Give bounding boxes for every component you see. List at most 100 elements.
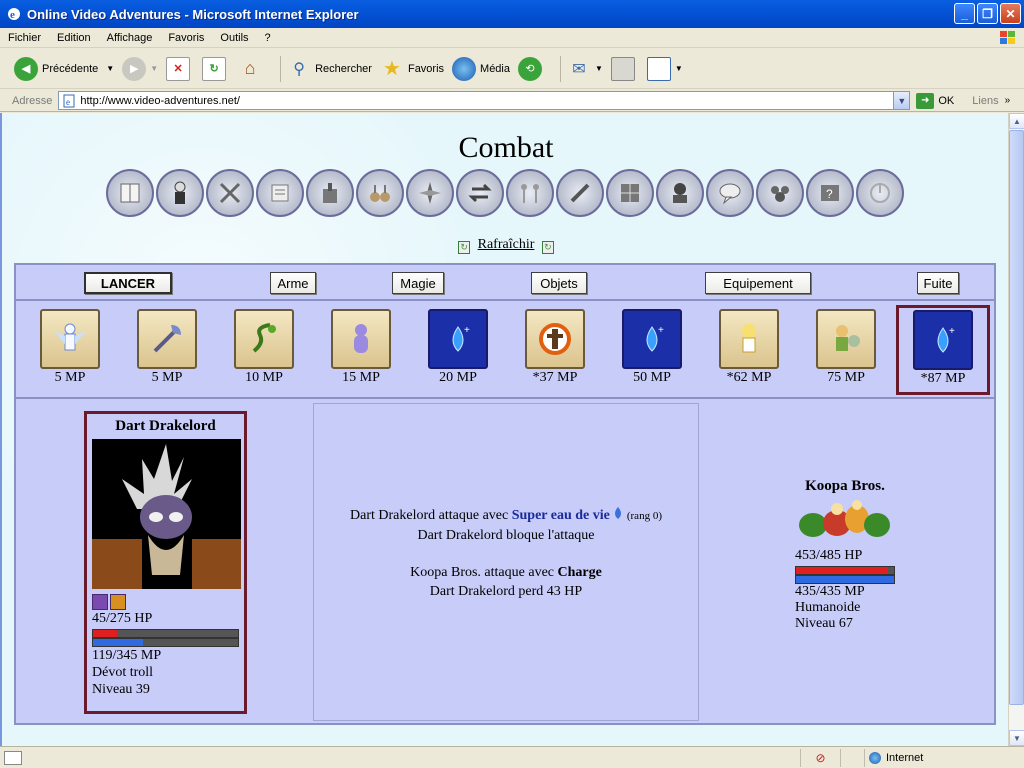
- items-button[interactable]: Objets: [531, 272, 587, 294]
- refresh-icon: ↻: [541, 241, 554, 254]
- address-input[interactable]: e http://www.video-adventures.net/ ▼: [58, 91, 911, 110]
- history-button[interactable]: ⟲: [518, 56, 546, 81]
- fairy-icon: [719, 309, 779, 369]
- buff-icon: [92, 594, 108, 610]
- menu-help[interactable]: ?: [257, 32, 279, 44]
- flee-button[interactable]: Fuite: [917, 272, 959, 294]
- spell-slot-selected[interactable]: + *87 MP: [896, 305, 990, 395]
- nav-grid-icon[interactable]: [606, 169, 654, 217]
- cast-button[interactable]: LANCER: [84, 272, 172, 294]
- weapon-button[interactable]: Arme: [270, 272, 316, 294]
- links-label[interactable]: Liens: [972, 95, 998, 107]
- refresh-icon: ↻: [458, 241, 471, 254]
- enemy-sprite: [799, 500, 890, 537]
- nav-help-icon[interactable]: ?: [806, 169, 854, 217]
- address-label: Adresse: [12, 94, 53, 107]
- forward-arrow-icon: ▶: [122, 56, 147, 81]
- minimize-button[interactable]: _: [954, 3, 975, 24]
- nav-tools-icon[interactable]: [556, 169, 604, 217]
- back-button[interactable]: ◀ Précédente ▼: [14, 56, 114, 81]
- buff-icon: [110, 594, 126, 610]
- player-race: Dévot troll: [92, 665, 154, 680]
- svg-text:+: +: [464, 325, 470, 336]
- spell-slot[interactable]: + 20 MP: [426, 309, 490, 386]
- player-name: Dart Drakelord: [115, 418, 216, 434]
- scroll-up-icon[interactable]: ▲: [1009, 113, 1024, 129]
- axe-icon: [137, 309, 197, 369]
- spell-bar: 5 MP 5 MP 10 MP 15 MP + 20 MP *37 MP + 5…: [16, 303, 994, 399]
- go-button[interactable]: ➜ OK: [916, 92, 954, 109]
- close-button[interactable]: ✕: [1000, 3, 1021, 24]
- refresh-button[interactable]: ↻: [202, 56, 230, 81]
- window-title: Online Video Adventures - Microsoft Inte…: [27, 6, 359, 22]
- nav-compass-icon[interactable]: [406, 169, 454, 217]
- home-icon: ⌂: [244, 58, 256, 78]
- chevron-down-icon[interactable]: ▼: [893, 92, 910, 109]
- enemy-mp: 435/435 MP: [795, 584, 865, 599]
- spell-slot[interactable]: 10 MP: [232, 309, 296, 386]
- nav-exchange-icon[interactable]: [456, 169, 504, 217]
- spell-slot[interactable]: *62 MP: [717, 309, 781, 386]
- magic-button[interactable]: Magie: [392, 272, 444, 294]
- favorites-button[interactable]: ★ Favoris: [380, 57, 444, 81]
- spell-slot[interactable]: + 50 MP: [620, 309, 684, 386]
- vertical-scrollbar[interactable]: ▲ ▼: [1008, 113, 1024, 746]
- print-button[interactable]: [610, 56, 639, 81]
- privacy-icon[interactable]: ⊘: [815, 751, 825, 765]
- spirit-icon: [331, 309, 391, 369]
- enemy-mp-bar: [795, 575, 895, 584]
- menu-edition[interactable]: Edition: [49, 32, 99, 44]
- edit-page-icon: [646, 56, 671, 81]
- maximize-button[interactable]: ❐: [977, 3, 998, 24]
- chevron-right-icon[interactable]: »: [1005, 95, 1011, 106]
- scroll-down-icon[interactable]: ▼: [1009, 730, 1024, 746]
- nav-potions-icon[interactable]: [356, 169, 404, 217]
- chevron-down-icon[interactable]: ▼: [150, 64, 158, 73]
- equipment-button[interactable]: Equipement: [705, 272, 811, 294]
- angel-icon: [40, 309, 100, 369]
- spell-slot[interactable]: *37 MP: [523, 309, 587, 386]
- edit-button[interactable]: ▼: [646, 56, 683, 81]
- menu-favoris[interactable]: Favoris: [160, 32, 212, 44]
- printer-icon: [610, 56, 635, 81]
- mail-button[interactable]: ✉ ▼: [567, 57, 603, 81]
- nav-scroll-icon[interactable]: [256, 169, 304, 217]
- windows-logo-icon: [1000, 31, 1015, 44]
- nav-players-icon[interactable]: [756, 169, 804, 217]
- chevron-down-icon[interactable]: ▼: [106, 64, 114, 73]
- nav-book-icon[interactable]: [106, 169, 154, 217]
- stop-button[interactable]: ✕: [166, 56, 194, 81]
- chevron-down-icon[interactable]: ▼: [675, 64, 683, 73]
- forward-button[interactable]: ▶ ▼: [122, 56, 158, 81]
- combat-log: Dart Drakelord attaque avec Super eau de…: [313, 403, 699, 721]
- address-url: http://www.video-adventures.net/: [80, 94, 240, 107]
- battle-area: Dart Drakelord 45/275 HP 119/345 MP Dévo…: [16, 401, 994, 723]
- page-status-icon: [4, 750, 22, 765]
- nav-guild-icon[interactable]: [656, 169, 704, 217]
- player-portrait: [92, 439, 241, 589]
- nav-power-icon[interactable]: [856, 169, 904, 217]
- spell-slot[interactable]: 75 MP: [814, 309, 878, 386]
- water-drop-icon: +: [428, 309, 488, 369]
- nav-castle-icon[interactable]: [306, 169, 354, 217]
- scroll-thumb[interactable]: [1009, 130, 1024, 705]
- chevron-down-icon[interactable]: ▼: [595, 64, 603, 73]
- target-icon: [525, 309, 585, 369]
- menu-affichage[interactable]: Affichage: [99, 32, 161, 44]
- nav-chat-icon[interactable]: [706, 169, 754, 217]
- refresh-link[interactable]: Rafraîchir: [478, 237, 535, 252]
- enemy-type: Humanoide: [795, 600, 861, 615]
- spell-slot[interactable]: 15 MP: [329, 309, 393, 386]
- spell-slot[interactable]: 5 MP: [135, 309, 199, 386]
- nav-duel-icon[interactable]: [506, 169, 554, 217]
- home-button[interactable]: ⌂: [238, 57, 266, 81]
- search-icon: ⚲: [293, 60, 305, 78]
- menu-outils[interactable]: Outils: [212, 32, 256, 44]
- menu-fichier[interactable]: Fichier: [0, 32, 49, 44]
- spell-slot[interactable]: 5 MP: [38, 309, 102, 386]
- search-button[interactable]: ⚲ Rechercher: [287, 57, 372, 81]
- mail-icon: ✉: [572, 60, 586, 78]
- media-button[interactable]: Média: [452, 56, 510, 81]
- nav-character-icon[interactable]: [156, 169, 204, 217]
- nav-swords-icon[interactable]: [206, 169, 254, 217]
